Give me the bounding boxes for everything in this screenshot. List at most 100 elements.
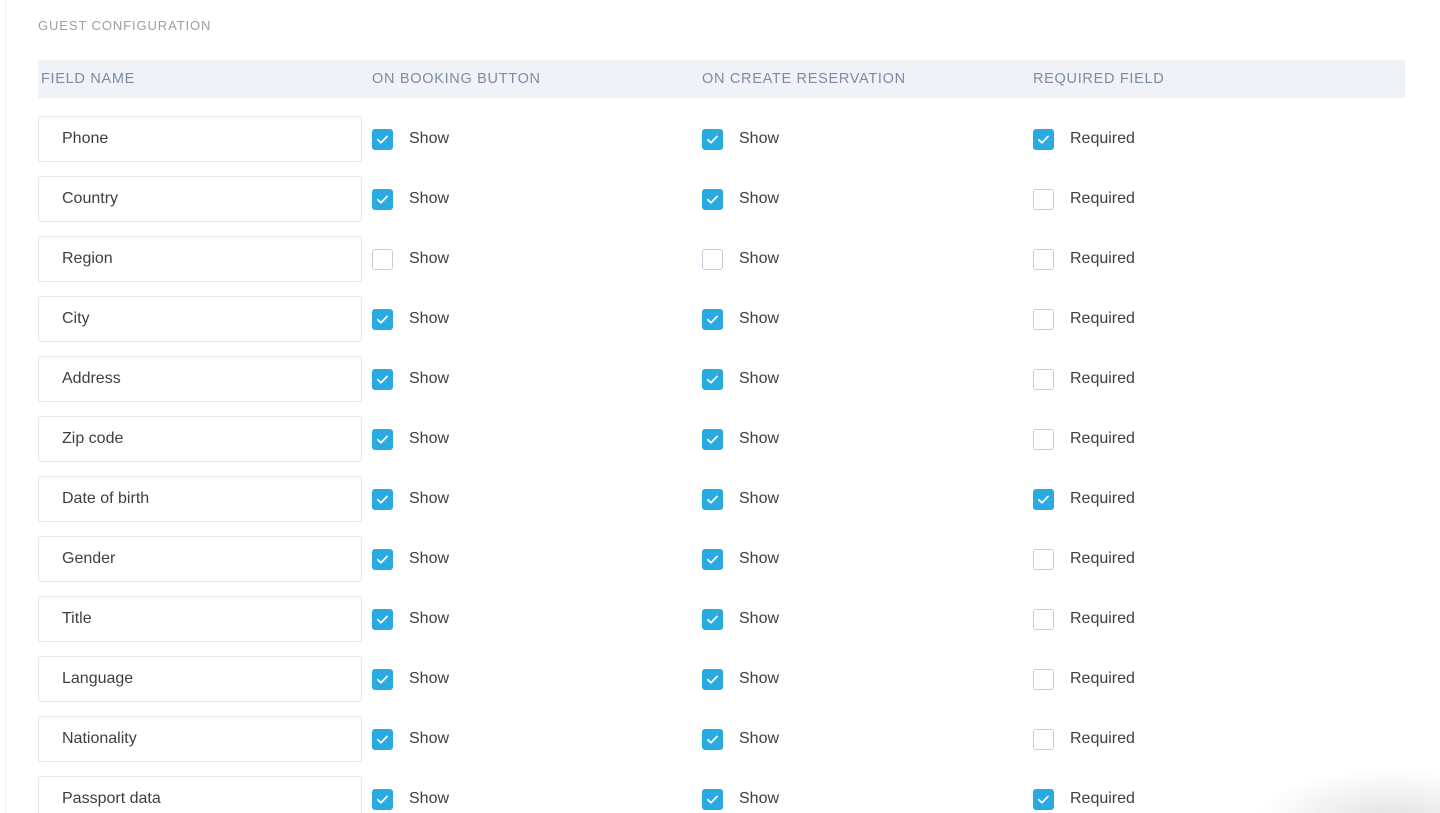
field-name-cell: [38, 296, 372, 342]
show-on-booking-button-cell: Show: [372, 368, 702, 390]
page-gutter-line: [5, 0, 6, 813]
required-field-checkbox[interactable]: [1033, 488, 1054, 510]
show-on-booking-button-checkbox[interactable]: [372, 188, 393, 210]
show-on-create-reservation-checkbox[interactable]: [702, 668, 723, 690]
required-field-label: Required: [1070, 250, 1135, 267]
show-on-create-reservation-label: Show: [739, 130, 780, 147]
page-title: GUEST CONFIGURATION: [38, 18, 212, 33]
field-name-input[interactable]: [38, 596, 362, 642]
show-on-create-reservation-label: Show: [739, 370, 780, 387]
required-field-checkbox[interactable]: [1033, 428, 1054, 450]
show-on-booking-button-label: Show: [409, 370, 450, 387]
field-name-input[interactable]: [38, 476, 362, 522]
required-field-label: Required: [1070, 550, 1135, 567]
required-field-checkbox[interactable]: [1033, 548, 1054, 570]
show-on-create-reservation-label: Show: [739, 670, 780, 687]
show-on-create-reservation-checkbox[interactable]: [702, 428, 723, 450]
show-on-booking-button-checkbox[interactable]: [372, 608, 393, 630]
show-on-create-reservation-checkbox[interactable]: [702, 248, 723, 270]
show-on-create-reservation-label: Show: [739, 490, 780, 507]
required-field-checkbox[interactable]: [1033, 728, 1054, 750]
show-on-create-reservation-checkbox[interactable]: [702, 128, 723, 150]
column-header-required-field: REQUIRED FIELD: [1033, 71, 1165, 87]
field-name-input[interactable]: [38, 536, 362, 582]
show-on-booking-button-checkbox[interactable]: [372, 368, 393, 390]
show-on-booking-button-checkbox[interactable]: [372, 488, 393, 510]
show-on-booking-button-cell: Show: [372, 248, 702, 270]
table-row: Show Show Required: [38, 469, 1405, 529]
table-row: Show Show Required: [38, 409, 1405, 469]
show-on-booking-button-cell: Show: [372, 188, 702, 210]
required-field-label: Required: [1070, 310, 1135, 327]
show-on-booking-button-checkbox[interactable]: [372, 548, 393, 570]
show-on-create-reservation-label: Show: [739, 790, 780, 807]
show-on-create-reservation-checkbox[interactable]: [702, 488, 723, 510]
show-on-booking-button-label: Show: [409, 430, 450, 447]
show-on-booking-button-cell: Show: [372, 308, 702, 330]
required-field-cell: Required: [1033, 488, 1405, 510]
show-on-booking-button-checkbox[interactable]: [372, 308, 393, 330]
show-on-create-reservation-checkbox[interactable]: [702, 728, 723, 750]
required-field-label: Required: [1070, 610, 1135, 627]
required-field-checkbox[interactable]: [1033, 788, 1054, 810]
table-row: Show Show Required: [38, 289, 1405, 349]
field-name-input[interactable]: [38, 176, 362, 222]
required-field-cell: Required: [1033, 368, 1405, 390]
required-field-checkbox[interactable]: [1033, 668, 1054, 690]
required-field-checkbox[interactable]: [1033, 308, 1054, 330]
show-on-booking-button-checkbox[interactable]: [372, 728, 393, 750]
show-on-booking-button-checkbox[interactable]: [372, 788, 393, 810]
table-row: Show Show Required: [38, 529, 1405, 589]
show-on-create-reservation-checkbox[interactable]: [702, 608, 723, 630]
show-on-booking-button-checkbox[interactable]: [372, 128, 393, 150]
show-on-booking-button-cell: Show: [372, 128, 702, 150]
show-on-create-reservation-checkbox[interactable]: [702, 548, 723, 570]
field-name-input[interactable]: [38, 656, 362, 702]
field-name-input[interactable]: [38, 116, 362, 162]
required-field-checkbox[interactable]: [1033, 368, 1054, 390]
show-on-booking-button-cell: Show: [372, 548, 702, 570]
show-on-booking-button-cell: Show: [372, 428, 702, 450]
guest-configuration-page: GUEST CONFIGURATION FIELD NAME ON BOOKIN…: [0, 0, 1440, 813]
show-on-create-reservation-cell: Show: [702, 308, 1033, 330]
table-row: Show Show Required: [38, 169, 1405, 229]
field-name-input[interactable]: [38, 416, 362, 462]
show-on-booking-button-label: Show: [409, 670, 450, 687]
table-row: Show Show Required: [38, 649, 1405, 709]
show-on-create-reservation-cell: Show: [702, 548, 1033, 570]
required-field-cell: Required: [1033, 248, 1405, 270]
show-on-create-reservation-cell: Show: [702, 428, 1033, 450]
required-field-label: Required: [1070, 370, 1135, 387]
show-on-create-reservation-cell: Show: [702, 128, 1033, 150]
required-field-checkbox[interactable]: [1033, 608, 1054, 630]
field-name-input[interactable]: [38, 356, 362, 402]
field-name-cell: [38, 656, 372, 702]
field-name-cell: [38, 116, 372, 162]
field-name-input[interactable]: [38, 716, 362, 762]
table-row: Show Show Required: [38, 349, 1405, 409]
required-field-checkbox[interactable]: [1033, 128, 1054, 150]
guest-configuration-table: FIELD NAME ON BOOKING BUTTON ON CREATE R…: [38, 60, 1405, 813]
field-name-input[interactable]: [38, 776, 362, 813]
show-on-booking-button-checkbox[interactable]: [372, 428, 393, 450]
show-on-create-reservation-checkbox[interactable]: [702, 188, 723, 210]
field-name-input[interactable]: [38, 296, 362, 342]
required-field-cell: Required: [1033, 728, 1405, 750]
column-header-on-create-reservation: ON CREATE RESERVATION: [702, 71, 906, 87]
show-on-booking-button-checkbox[interactable]: [372, 248, 393, 270]
show-on-booking-button-cell: Show: [372, 668, 702, 690]
show-on-booking-button-checkbox[interactable]: [372, 668, 393, 690]
show-on-create-reservation-label: Show: [739, 250, 780, 267]
required-field-cell: Required: [1033, 608, 1405, 630]
show-on-create-reservation-checkbox[interactable]: [702, 368, 723, 390]
field-name-cell: [38, 596, 372, 642]
show-on-create-reservation-checkbox[interactable]: [702, 788, 723, 810]
required-field-cell: Required: [1033, 788, 1405, 810]
show-on-create-reservation-cell: Show: [702, 608, 1033, 630]
required-field-checkbox[interactable]: [1033, 248, 1054, 270]
field-name-cell: [38, 536, 372, 582]
field-name-input[interactable]: [38, 236, 362, 282]
required-field-checkbox[interactable]: [1033, 188, 1054, 210]
show-on-create-reservation-checkbox[interactable]: [702, 308, 723, 330]
show-on-create-reservation-cell: Show: [702, 188, 1033, 210]
